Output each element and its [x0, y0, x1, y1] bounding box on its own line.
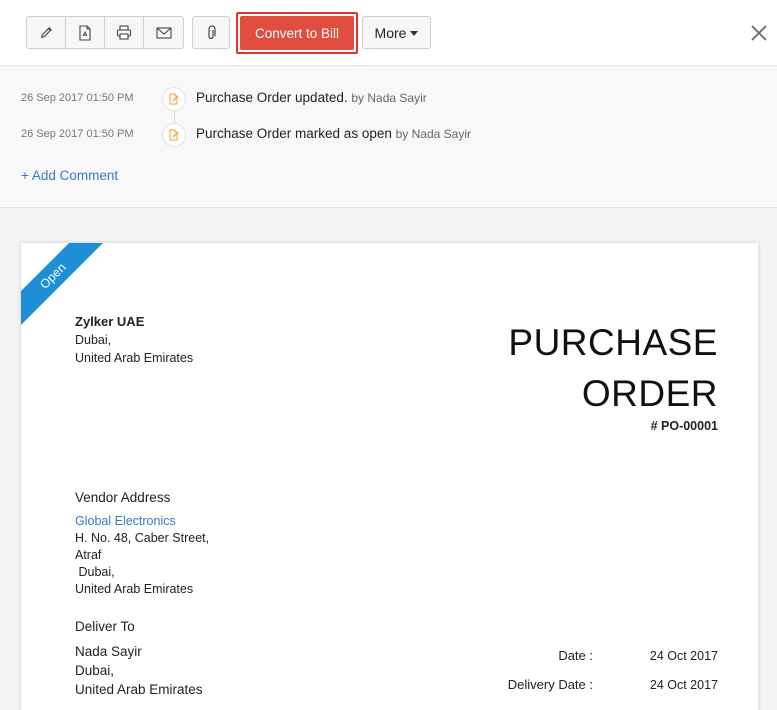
activity-author: by Nada Sayir [351, 91, 427, 105]
convert-to-bill-highlight: Convert to Bill [236, 12, 358, 54]
activity-time: 26 Sep 2017 01:50 PM [21, 92, 134, 104]
activity-time: 26 Sep 2017 01:50 PM [21, 128, 134, 140]
activity-text: Purchase Order marked as open [196, 126, 392, 141]
deliver-line: United Arab Emirates [75, 682, 203, 697]
attach-button[interactable] [192, 16, 230, 49]
delivery-date-value: 24 Oct 2017 [649, 678, 718, 692]
vendor-line: United Arab Emirates [75, 582, 194, 596]
action-button-group [26, 16, 184, 49]
more-dropdown-button[interactable]: More [362, 16, 431, 49]
vendor-address: Global Electronics H. No. 48, Caber Stre… [75, 513, 209, 598]
activity-log: 26 Sep 2017 01:50 PM Purchase Order upda… [0, 67, 777, 208]
edit-doc-icon [162, 87, 186, 111]
pdf-icon [79, 24, 91, 41]
print-button[interactable] [105, 17, 144, 48]
more-label: More [374, 24, 407, 41]
title-line: PURCHASE [508, 322, 718, 363]
activity-text: Purchase Order updated. [196, 90, 348, 105]
date-value: 24 Oct 2017 [649, 649, 718, 663]
add-comment-link[interactable]: + Add Comment [21, 168, 118, 183]
company-line: United Arab Emirates [75, 351, 194, 365]
date-label: Date : [558, 648, 593, 663]
purchase-order-document: Open Zylker UAE Dubai, United Arab Emira… [21, 243, 758, 710]
activity-item: 26 Sep 2017 01:50 PM Purchase Order mark… [0, 123, 777, 147]
company-address: Zylker UAE Dubai, United Arab Emirates [75, 313, 193, 367]
title-line: ORDER [581, 373, 718, 414]
close-icon[interactable] [748, 22, 770, 44]
activity-message: Purchase Order updated. by Nada Sayir [196, 90, 427, 105]
paperclip-icon [208, 24, 216, 39]
delivery-date-label: Delivery Date : [507, 677, 593, 692]
toolbar: Convert to Bill More [0, 0, 777, 66]
printer-icon [116, 25, 132, 40]
pencil-icon [40, 27, 52, 38]
activity-author: by Nada Sayir [395, 127, 471, 141]
vendor-line: Dubai, [75, 565, 115, 579]
mail-icon [155, 26, 172, 39]
vendor-name-link[interactable]: Global Electronics [75, 513, 209, 530]
deliver-address: Nada Sayir Dubai, United Arab Emirates [75, 642, 203, 699]
deliver-to-label: Deliver To [75, 619, 135, 634]
deliver-line: Dubai, [75, 663, 115, 678]
activity-item: 26 Sep 2017 01:50 PM Purchase Order upda… [0, 87, 777, 111]
pdf-button[interactable] [66, 17, 105, 48]
activity-message: Purchase Order marked as open by Nada Sa… [196, 126, 471, 141]
vendor-line: H. No. 48, Caber Street, [75, 531, 210, 545]
company-line: Dubai, [75, 333, 112, 347]
caret-down-icon [410, 31, 419, 36]
convert-to-bill-button[interactable]: Convert to Bill [240, 16, 354, 50]
email-button[interactable] [144, 17, 183, 48]
edit-button[interactable] [27, 17, 66, 48]
document-title: PURCHASE ORDER [508, 317, 718, 419]
vendor-line: Atraf [75, 548, 102, 562]
edit-doc-icon [162, 123, 186, 147]
company-name: Zylker UAE [75, 314, 145, 329]
po-number: # PO-00001 [650, 419, 718, 433]
vendor-address-label: Vendor Address [75, 490, 171, 505]
deliver-name: Nada Sayir [75, 644, 142, 659]
